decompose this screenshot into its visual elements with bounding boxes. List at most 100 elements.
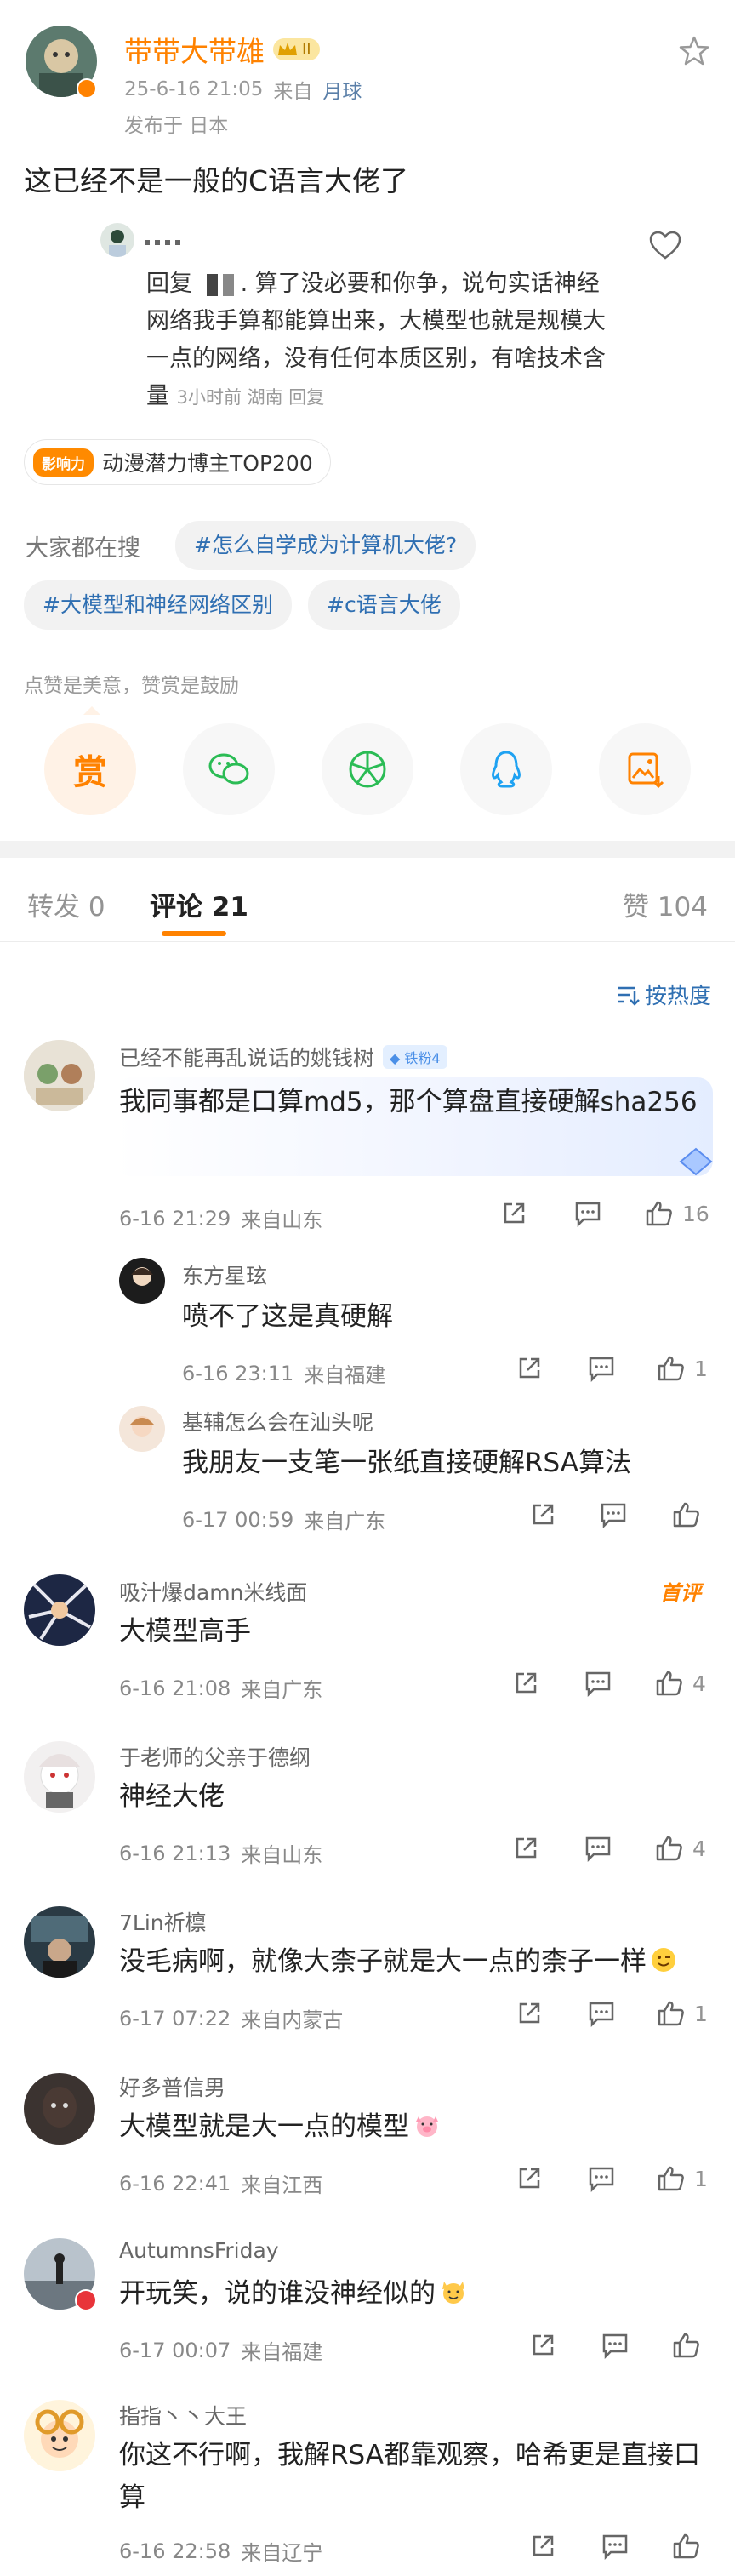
comment-text: 没毛病啊，就像大柰子就是大一点的柰子一样 bbox=[119, 1946, 647, 1977]
section-divider bbox=[0, 841, 735, 858]
quote-like-icon[interactable] bbox=[648, 230, 682, 264]
share-icon[interactable] bbox=[512, 1835, 539, 1865]
commenter-name[interactable]: 7Lin祈檩 bbox=[119, 1906, 207, 1937]
qq-icon bbox=[492, 751, 521, 788]
tabs-divider bbox=[0, 941, 735, 942]
commenter-avatar[interactable] bbox=[24, 2073, 95, 2145]
commenter-name[interactable]: 吸汁爆damn米线面 bbox=[119, 1576, 307, 1607]
commenter-avatar[interactable] bbox=[24, 1906, 95, 1978]
aperture-icon bbox=[349, 751, 386, 788]
reply-comment-icon[interactable] bbox=[587, 1355, 616, 1385]
quote-reply-prefix: 回复 bbox=[146, 271, 192, 297]
wechat-share-button[interactable] bbox=[183, 723, 275, 815]
commenter-avatar[interactable] bbox=[24, 1040, 95, 1111]
reward-caret bbox=[83, 706, 100, 715]
comment-time: 6-17 07:22 bbox=[119, 2006, 231, 2031]
comment-text: 我同事都是口算md5，那个算盘直接硬解sha256 bbox=[119, 1087, 698, 1117]
comment-text: 你这不行啊，我解RSA都靠观察，哈希更是直接口算 bbox=[119, 2440, 700, 2513]
comment-time: 6-16 22:41 bbox=[119, 2171, 231, 2196]
like-count: 16 bbox=[682, 1201, 709, 1226]
fan-badge: ◆ 铁粉4 bbox=[383, 1045, 447, 1069]
comment-location: 来自山东 bbox=[241, 1208, 323, 1232]
share-icon[interactable] bbox=[516, 2165, 543, 2196]
commenter-name[interactable]: 已经不能再乱说话的姚钱树 bbox=[119, 1042, 374, 1072]
comment-text: 大模型就是大一点的模型 bbox=[119, 2111, 409, 2142]
commenter-name[interactable]: AutumnsFriday bbox=[119, 2238, 279, 2263]
image-download-icon bbox=[628, 752, 664, 789]
influence-tag[interactable]: 影响力 动漫潜力博主TOP200 bbox=[24, 439, 331, 485]
like-count: 1 bbox=[694, 1356, 708, 1381]
author-name[interactable]: 带带大带雄 bbox=[124, 29, 265, 70]
share-icon[interactable] bbox=[529, 2533, 556, 2563]
sort-icon bbox=[617, 986, 640, 1006]
reply-comment-icon[interactable] bbox=[601, 2533, 630, 2563]
post-source[interactable]: 月球 bbox=[322, 75, 362, 104]
tab-like[interactable]: 赞 104 bbox=[623, 885, 708, 923]
comment-text: 神经大佬 bbox=[119, 1781, 225, 1812]
comment-location: 来自广东 bbox=[304, 1510, 386, 1534]
save-image-button[interactable] bbox=[599, 723, 691, 815]
like-thumb-icon[interactable] bbox=[657, 2000, 686, 2027]
like-count: 1 bbox=[694, 2001, 708, 2026]
comment-location: 来自广东 bbox=[241, 1678, 323, 1702]
reply-avatar[interactable] bbox=[119, 1258, 165, 1304]
reply-comment-icon[interactable] bbox=[584, 1835, 612, 1865]
commenter-avatar[interactable] bbox=[24, 1574, 95, 1646]
like-thumb-icon[interactable] bbox=[672, 1501, 701, 1528]
topic-chip[interactable]: #c语言大佬 bbox=[308, 580, 460, 630]
topic-chip[interactable]: #怎么自学成为计算机大佬? bbox=[175, 521, 476, 570]
reply-avatar[interactable] bbox=[119, 1406, 165, 1452]
reply-comment-icon[interactable] bbox=[587, 2000, 616, 2031]
like-thumb-icon[interactable] bbox=[672, 2332, 701, 2359]
commenter-name[interactable]: 好多普信男 bbox=[119, 2071, 225, 2102]
reward-button[interactable]: 赏 bbox=[44, 723, 136, 815]
moments-share-button[interactable] bbox=[322, 723, 413, 815]
wink-emoji-icon bbox=[650, 1946, 677, 1977]
share-icon[interactable] bbox=[529, 1501, 556, 1532]
tab-comment[interactable]: 评论 21 bbox=[150, 885, 248, 923]
post-time: 25-6-16 21:05 bbox=[124, 78, 264, 100]
reply-comment-icon[interactable] bbox=[601, 2332, 630, 2362]
reply-comment-icon[interactable] bbox=[573, 1200, 602, 1231]
pig-emoji-icon bbox=[413, 2111, 442, 2142]
commenter-avatar[interactable] bbox=[24, 2400, 95, 2471]
comment-time: 6-16 21:29 bbox=[119, 1206, 231, 1231]
reply-comment-icon[interactable] bbox=[599, 1501, 628, 1532]
like-thumb-icon[interactable] bbox=[645, 1200, 674, 1227]
quote-mention-masked bbox=[206, 273, 234, 296]
like-thumb-icon[interactable] bbox=[655, 1835, 684, 1862]
reply-comment-icon[interactable] bbox=[587, 2165, 616, 2196]
share-icon[interactable] bbox=[500, 1200, 531, 1227]
share-icon[interactable] bbox=[529, 2332, 556, 2362]
like-thumb-icon[interactable] bbox=[657, 2165, 686, 2192]
comment-location: 来自内蒙古 bbox=[241, 2008, 344, 2032]
tab-repost[interactable]: 转发 0 bbox=[27, 885, 105, 923]
like-thumb-icon[interactable] bbox=[655, 1670, 684, 1697]
commenter-name[interactable]: 指指丶丶大王 bbox=[119, 2400, 247, 2430]
favorite-star-icon[interactable] bbox=[677, 34, 711, 71]
diamond-decoration-icon bbox=[677, 1147, 715, 1179]
crown-icon bbox=[278, 43, 297, 55]
comment-location: 来自福建 bbox=[241, 2340, 323, 2364]
comment-time: 6-17 00:59 bbox=[182, 1507, 294, 1532]
commenter-name[interactable]: 基辅怎么会在汕头呢 bbox=[182, 1406, 373, 1437]
comment-time: 6-16 21:13 bbox=[119, 1841, 231, 1865]
first-comment-tag: 首评 bbox=[660, 1581, 701, 1605]
commenter-name[interactable]: 于老师的父亲于德纲 bbox=[119, 1741, 311, 1772]
share-icon[interactable] bbox=[512, 1670, 539, 1700]
share-icon[interactable] bbox=[516, 2000, 543, 2031]
like-thumb-icon[interactable] bbox=[672, 2533, 701, 2560]
comment-location: 来自福建 bbox=[304, 1363, 386, 1387]
search-label: 大家都在搜 bbox=[26, 535, 140, 562]
qq-share-button[interactable] bbox=[460, 723, 552, 815]
sort-button[interactable]: 按热度 bbox=[616, 979, 711, 1010]
crown-level-badge: II bbox=[273, 38, 320, 60]
share-icon[interactable] bbox=[516, 1355, 543, 1385]
commenter-avatar[interactable] bbox=[24, 1741, 95, 1813]
commenter-name[interactable]: 东方星玹 bbox=[182, 1259, 267, 1290]
reply-comment-icon[interactable] bbox=[584, 1670, 612, 1700]
quote-block: 回复 . 算了没必要和你争，说句实话神经网络我手算都能算出来，大模型也就是规模大… bbox=[146, 271, 606, 409]
like-thumb-icon[interactable] bbox=[657, 1355, 686, 1382]
topic-chip[interactable]: #大模型和神经网络区别 bbox=[24, 580, 292, 630]
quote-username-masked bbox=[145, 235, 180, 245]
